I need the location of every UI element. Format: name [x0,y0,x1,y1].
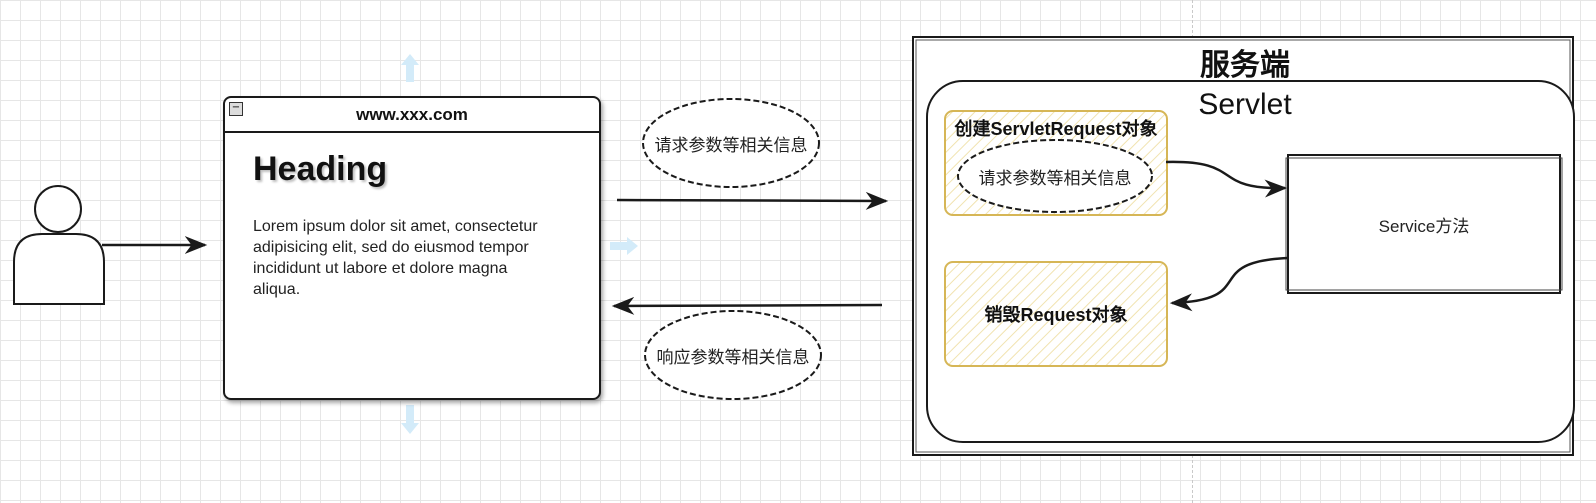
guide-arrow-right [610,237,638,255]
server-title: 服务端 [1200,49,1290,82]
response-arrow[interactable] [611,296,883,315]
page-heading: Heading [253,150,388,188]
destroy-request-title: 销毁Request对象 [984,305,1128,325]
user-actor-icon[interactable] [13,185,105,305]
request-arrow[interactable] [616,191,889,210]
create-request-title: 创建ServletRequest对象 [954,119,1158,139]
page-body-text: Lorem ipsum dolor sit amet, consectetur … [253,218,538,298]
guide-arrow-up [401,54,419,82]
guide-arrow-down [401,405,419,434]
inner-request-label: 请求参数等相关信息 [978,168,1132,188]
response-label: 响应参数等相关信息 [656,347,810,367]
browser-window[interactable]: − www.xxx.com Heading Lorem ipsum dolor … [223,96,601,400]
service-method-label: Service方法 [1378,217,1470,236]
browser-url: www.xxx.com [356,105,468,124]
browser-title-bar: − www.xxx.com [225,98,599,133]
request-label: 请求参数等相关信息 [654,135,808,155]
servlet-title: Servlet [1198,88,1292,121]
